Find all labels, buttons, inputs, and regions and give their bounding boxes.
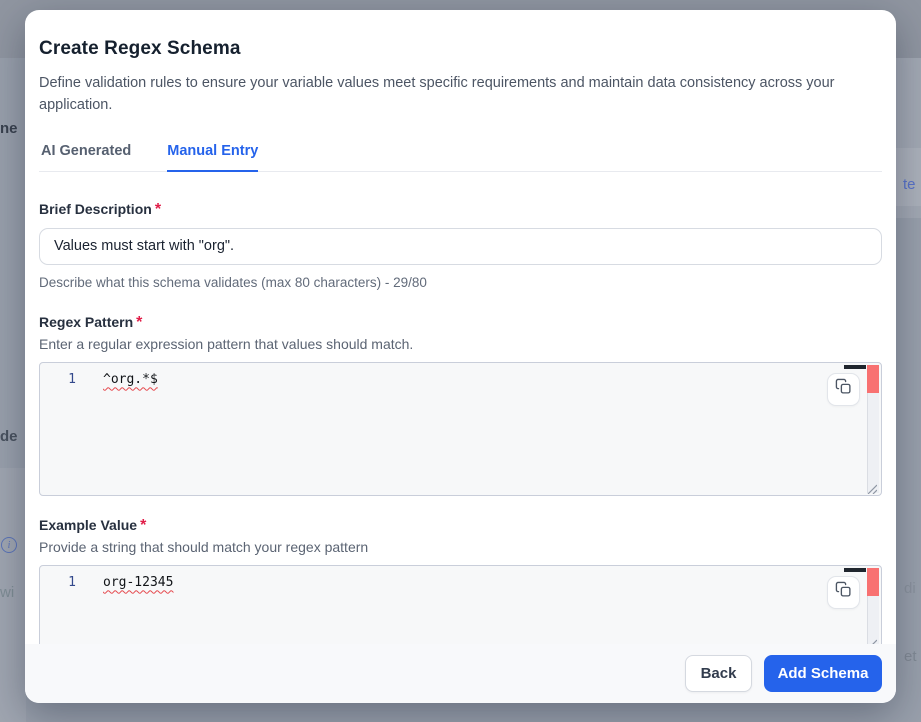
backdrop-text-fragment: et bbox=[904, 648, 917, 665]
regex-pattern-hint: Enter a regular expression pattern that … bbox=[39, 336, 882, 352]
backdrop-text-fragment: de bbox=[0, 428, 18, 445]
required-asterisk: * bbox=[136, 314, 142, 331]
dialog-footer: Back Add Schema bbox=[25, 644, 896, 703]
example-value-section: Example Value* Provide a string that sho… bbox=[39, 517, 882, 651]
regex-pattern-section: Regex Pattern* Enter a regular expressio… bbox=[39, 314, 882, 496]
add-schema-button[interactable]: Add Schema bbox=[764, 655, 882, 692]
copy-icon bbox=[835, 378, 852, 400]
backdrop-text-fragment: ne bbox=[0, 120, 18, 137]
brief-description-label: Brief Description* bbox=[39, 201, 882, 219]
dialog-description: Define validation rules to ensure your v… bbox=[39, 73, 857, 117]
dialog-title: Create Regex Schema bbox=[39, 38, 882, 60]
copy-button[interactable] bbox=[827, 576, 860, 609]
required-asterisk: * bbox=[140, 517, 146, 534]
code-line: 1 ^org.*$ bbox=[40, 363, 881, 389]
back-button[interactable]: Back bbox=[685, 655, 752, 692]
create-regex-schema-dialog: Create Regex Schema Define validation ru… bbox=[25, 10, 896, 703]
required-asterisk: * bbox=[155, 201, 161, 218]
line-number: 1 bbox=[40, 574, 76, 592]
tab-manual-entry[interactable]: Manual Entry bbox=[167, 143, 258, 172]
backdrop-text-fragment: di bbox=[904, 580, 916, 597]
copy-icon bbox=[835, 581, 852, 603]
scrollbar-ruler-dark-segment bbox=[844, 365, 866, 369]
regex-pattern-code-editor[interactable]: 1 ^org.*$ bbox=[39, 362, 882, 496]
tab-ai-generated[interactable]: AI Generated bbox=[41, 143, 131, 172]
line-number: 1 bbox=[40, 371, 76, 389]
lint-error-marker bbox=[867, 568, 879, 596]
info-icon: i bbox=[1, 537, 17, 553]
regex-pattern-label: Regex Pattern* bbox=[39, 314, 882, 332]
brief-description-helper: Describe what this schema validates (max… bbox=[39, 275, 882, 290]
tab-bar: AI Generated Manual Entry bbox=[39, 143, 882, 172]
brief-description-section: Brief Description* Describe what this sc… bbox=[39, 201, 882, 290]
code-line: 1 org-12345 bbox=[40, 566, 881, 592]
copy-button[interactable] bbox=[827, 373, 860, 406]
example-value-hint: Provide a string that should match your … bbox=[39, 539, 882, 555]
brief-description-input[interactable] bbox=[39, 228, 882, 265]
example-value-code-editor[interactable]: 1 org-12345 bbox=[39, 565, 882, 651]
regex-code-text: ^org.*$ bbox=[103, 372, 158, 387]
example-code-text: org-12345 bbox=[103, 575, 173, 590]
backdrop-text-fragment: wi bbox=[0, 584, 14, 601]
resize-handle[interactable] bbox=[866, 481, 877, 492]
example-value-label: Example Value* bbox=[39, 517, 882, 535]
backdrop-link-fragment: te bbox=[903, 176, 916, 193]
scrollbar-ruler-dark-segment bbox=[844, 568, 866, 572]
lint-error-marker bbox=[867, 365, 879, 393]
